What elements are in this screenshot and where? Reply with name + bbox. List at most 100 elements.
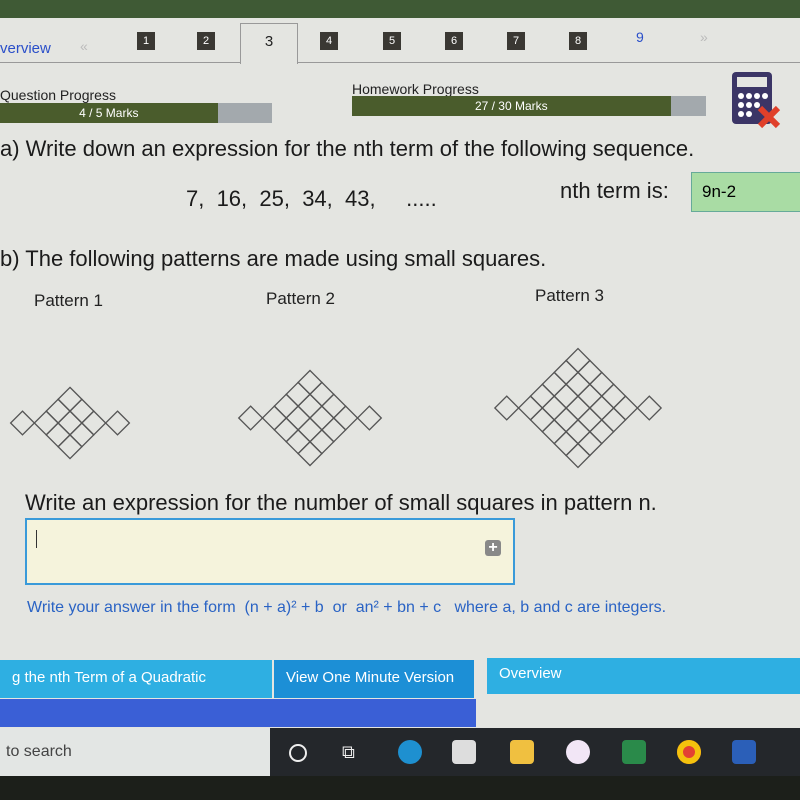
small-square bbox=[529, 407, 556, 433]
small-square bbox=[45, 422, 71, 448]
tab-8[interactable]: 8 bbox=[569, 32, 587, 50]
part-b-question: Write an expression for the number of sm… bbox=[25, 490, 657, 515]
tab-9[interactable]: 9 bbox=[636, 29, 644, 45]
small-square bbox=[577, 383, 603, 409]
pattern-3-label: Pattern 3 bbox=[535, 286, 604, 305]
question-progress-bar: 4 / 5 Marks bbox=[0, 103, 272, 123]
task-view-icon[interactable]: ⧉ bbox=[342, 742, 355, 763]
small-square bbox=[57, 386, 83, 413]
tab-7[interactable]: 7 bbox=[507, 32, 525, 50]
small-square bbox=[57, 433, 83, 460]
small-square bbox=[45, 398, 71, 424]
small-square bbox=[104, 410, 131, 436]
small-square bbox=[541, 371, 568, 398]
store-icon[interactable] bbox=[452, 740, 476, 764]
small-square bbox=[636, 395, 663, 421]
small-square bbox=[297, 369, 323, 396]
page: verview « 1 2 3 4 5 6 7 8 9 » Question P… bbox=[0, 18, 800, 728]
small-square bbox=[297, 417, 323, 443]
small-square bbox=[553, 383, 579, 409]
small-square bbox=[356, 405, 383, 431]
one-minute-version-button[interactable]: View One Minute Version bbox=[274, 660, 474, 698]
small-square bbox=[565, 371, 591, 398]
small-square bbox=[332, 405, 359, 431]
tab-1[interactable]: 1 bbox=[137, 32, 155, 50]
tab-5[interactable]: 5 bbox=[383, 32, 401, 50]
small-square bbox=[600, 383, 627, 409]
small-square bbox=[261, 405, 288, 431]
small-square bbox=[285, 405, 311, 431]
small-square bbox=[285, 381, 311, 408]
taskbar-search[interactable]: to search bbox=[0, 728, 270, 776]
small-square bbox=[588, 418, 615, 445]
part-a-prompt: a) Write down an expression for the nth … bbox=[0, 136, 695, 161]
small-square bbox=[285, 428, 311, 455]
cortana-icon[interactable] bbox=[289, 744, 307, 762]
small-square bbox=[273, 417, 300, 443]
small-square bbox=[57, 410, 83, 436]
next-tab-button[interactable]: » bbox=[700, 29, 708, 45]
homework-progress-bar: 27 / 30 Marks bbox=[352, 96, 706, 116]
small-square bbox=[577, 359, 603, 386]
tab-3[interactable]: 3 bbox=[240, 23, 298, 64]
itunes-icon[interactable] bbox=[566, 740, 590, 764]
small-square bbox=[33, 410, 60, 436]
small-square bbox=[69, 422, 95, 448]
small-square bbox=[297, 393, 323, 419]
small-square bbox=[553, 407, 579, 433]
homework-progress-label: Homework Progress bbox=[352, 81, 479, 97]
small-square bbox=[309, 405, 335, 431]
lesson-link-button[interactable]: g the nth Term of a Quadratic bbox=[0, 660, 272, 698]
question-progress-fill: 4 / 5 Marks bbox=[0, 103, 218, 123]
small-square bbox=[565, 442, 591, 469]
small-square bbox=[320, 417, 347, 443]
tab-6[interactable]: 6 bbox=[445, 32, 463, 50]
pattern-2-label: Pattern 2 bbox=[266, 289, 335, 308]
prev-tab-button[interactable]: « bbox=[80, 38, 88, 54]
answer-hint: Write your answer in the form (n + a)² +… bbox=[27, 599, 667, 616]
small-square bbox=[553, 430, 579, 457]
patterns-figure bbox=[9, 347, 663, 469]
small-square bbox=[297, 440, 323, 467]
edge-icon[interactable] bbox=[398, 740, 422, 764]
file-explorer-icon[interactable] bbox=[510, 740, 534, 764]
small-square bbox=[577, 430, 603, 457]
small-square bbox=[541, 418, 568, 445]
small-square bbox=[612, 395, 639, 421]
small-square bbox=[565, 395, 591, 421]
tab-overview[interactable]: verview bbox=[0, 40, 51, 57]
small-square bbox=[69, 398, 95, 424]
small-square bbox=[588, 395, 615, 421]
chrome-icon[interactable] bbox=[677, 740, 701, 764]
overview-button[interactable]: Overview bbox=[487, 658, 800, 694]
question-progress-label: Question Progress bbox=[0, 87, 116, 103]
small-square bbox=[577, 407, 603, 433]
tab-4[interactable]: 4 bbox=[320, 32, 338, 50]
calculator-icon[interactable] bbox=[730, 70, 782, 132]
expand-plus-icon[interactable]: + bbox=[485, 540, 501, 556]
part-b-prompt: b) The following patterns are made using… bbox=[0, 246, 547, 271]
homework-progress-fill: 27 / 30 Marks bbox=[352, 96, 671, 116]
tab-2[interactable]: 2 bbox=[197, 32, 215, 50]
small-square bbox=[541, 395, 568, 421]
small-square bbox=[273, 393, 300, 419]
small-square bbox=[80, 410, 107, 436]
small-square bbox=[309, 428, 335, 455]
video-bar bbox=[0, 699, 476, 727]
small-square bbox=[588, 371, 615, 398]
sequence: 7, 16, 25, 34, 43, ..... bbox=[186, 186, 437, 211]
small-square bbox=[565, 418, 591, 445]
tab-divider bbox=[0, 62, 800, 63]
nth-term-label: nth term is: bbox=[560, 178, 669, 203]
small-square bbox=[517, 395, 544, 421]
small-square bbox=[237, 405, 264, 431]
small-square bbox=[9, 410, 36, 436]
word-icon[interactable] bbox=[732, 740, 756, 764]
nth-term-answer[interactable]: 9n-2 bbox=[691, 172, 800, 212]
small-square bbox=[320, 393, 347, 419]
answer-input[interactable] bbox=[25, 518, 515, 585]
small-square bbox=[493, 395, 520, 421]
small-square bbox=[553, 359, 579, 386]
url-bar[interactable] bbox=[0, 0, 800, 18]
excel-icon[interactable] bbox=[622, 740, 646, 764]
